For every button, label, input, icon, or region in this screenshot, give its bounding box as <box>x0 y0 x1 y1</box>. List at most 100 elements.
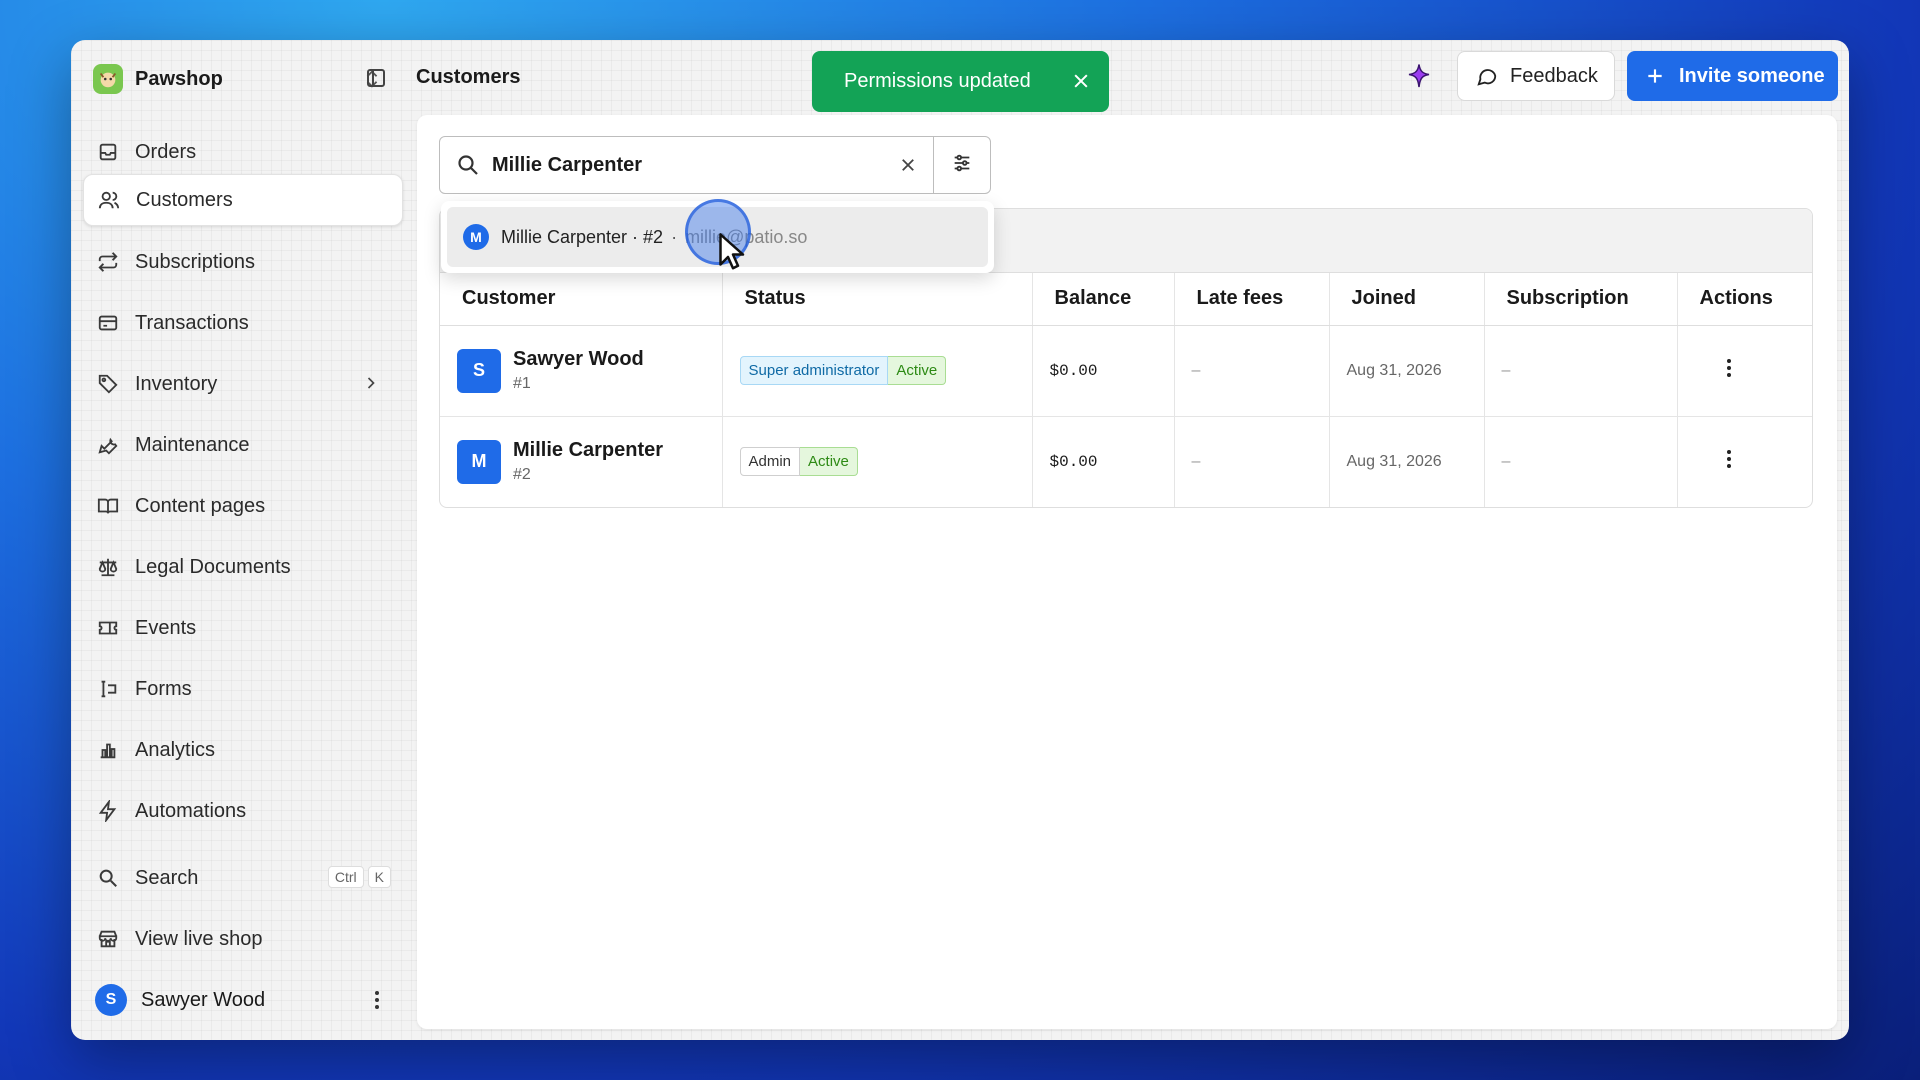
user-name: Sawyer Wood <box>141 988 266 1011</box>
status-badge: Active <box>888 356 947 385</box>
sidebar-search[interactable]: Search Ctrl K <box>83 852 403 904</box>
joined-value: Aug 31, 2026 <box>1346 452 1442 470</box>
status-badge: Active <box>800 447 858 477</box>
sliders-icon <box>951 152 973 179</box>
repeat-icon <box>97 251 119 273</box>
invite-label: Invite someone <box>1679 64 1825 87</box>
column-header-subscription[interactable]: Subscription <box>1484 273 1678 326</box>
feedback-button[interactable]: Feedback <box>1457 51 1615 101</box>
bolt-icon <box>97 800 119 822</box>
column-header-customer[interactable]: Customer <box>440 273 723 326</box>
store-icon <box>97 928 119 950</box>
sidebar-item-events[interactable]: Events <box>83 602 403 654</box>
sidebar-item-orders[interactable]: Orders <box>83 126 403 178</box>
customer-name[interactable]: Sawyer Wood <box>513 348 644 371</box>
cell-joined: Aug 31, 2026 <box>1329 416 1485 507</box>
sidebar-item-label: Inventory <box>135 372 218 395</box>
kbd-k: K <box>367 866 391 888</box>
sidebar-search-label: Search <box>135 866 199 889</box>
cell-status: Admin Active <box>722 416 1033 507</box>
sidebar-toggle-icon[interactable] <box>364 66 388 90</box>
user-menu[interactable]: S Sawyer Wood <box>95 982 395 1018</box>
search-icon <box>456 153 480 177</box>
subscription-value: – <box>1501 452 1511 470</box>
sidebar-item-maintenance[interactable]: Maintenance <box>83 419 403 471</box>
brand-logo <box>93 64 123 94</box>
sidebar-item-transactions[interactable]: Transactions <box>83 297 403 349</box>
column-header-actions: Actions <box>1677 273 1812 326</box>
more-vertical-icon[interactable] <box>365 988 389 1012</box>
workspace-switcher[interactable]: Pawshop <box>93 62 383 96</box>
customer-id: #1 <box>513 375 531 392</box>
more-vertical-icon[interactable] <box>1717 450 1741 475</box>
sidebar-item-content-pages[interactable]: Content pages <box>83 480 403 532</box>
invite-someone-button[interactable]: Invite someone <box>1627 51 1838 101</box>
brand-name: Pawshop <box>135 67 223 90</box>
search-field[interactable] <box>439 136 934 194</box>
inbox-icon <box>97 141 119 163</box>
search-input[interactable] <box>492 153 882 177</box>
book-icon <box>97 495 119 517</box>
users-icon <box>98 189 120 211</box>
table-row[interactable]: M Millie Carpenter #2 Admin Active $0.00… <box>440 416 1812 507</box>
column-header-joined[interactable]: Joined <box>1329 273 1485 326</box>
sidebar-item-label: Content pages <box>135 494 266 517</box>
cell-late-fees: – <box>1174 416 1330 507</box>
plus-icon <box>1645 66 1665 86</box>
sidebar: Pawshop Orders Customers Subscriptions T… <box>71 40 408 1040</box>
sidebar-item-automations[interactable]: Automations <box>83 785 403 837</box>
avatar: M <box>463 224 489 250</box>
sidebar-item-inventory[interactable]: Inventory <box>83 358 403 410</box>
text-cursor-icon <box>97 678 119 700</box>
clear-icon[interactable] <box>899 156 917 174</box>
tag-icon <box>97 373 119 395</box>
sidebar-item-label: Automations <box>135 799 247 822</box>
cell-balance: $0.00 <box>1032 416 1175 507</box>
message-circle-icon <box>1476 65 1498 87</box>
sidebar-item-analytics[interactable]: Analytics <box>83 724 403 776</box>
sidebar-item-label: Orders <box>135 140 197 163</box>
cell-status: Super administrator Active <box>722 325 1033 417</box>
subscription-value: – <box>1501 361 1511 379</box>
table-header-row: Customer Status Balance Late fees Joined… <box>440 273 1812 326</box>
sidebar-item-label: Legal Documents <box>135 555 291 578</box>
sparkle-icon[interactable] <box>1404 62 1434 92</box>
late-fees-value: – <box>1191 361 1201 379</box>
toast-notification: Permissions updated <box>812 51 1109 112</box>
toast-message: Permissions updated <box>844 70 1031 92</box>
avatar: S <box>95 984 127 1016</box>
search-icon <box>97 867 119 889</box>
table-row[interactable]: S Sawyer Wood #1 Super administrator Act… <box>440 325 1812 417</box>
cell-subscription: – <box>1484 325 1678 417</box>
column-header-balance[interactable]: Balance <box>1032 273 1175 326</box>
sidebar-view-live-shop[interactable]: View live shop <box>83 913 403 965</box>
more-vertical-icon[interactable] <box>1717 359 1741 384</box>
cell-customer: M Millie Carpenter #2 <box>440 416 723 507</box>
cell-customer: S Sawyer Wood #1 <box>440 325 723 417</box>
column-header-status[interactable]: Status <box>722 273 1033 326</box>
ticket-icon <box>97 617 119 639</box>
sidebar-item-forms[interactable]: Forms <box>83 663 403 715</box>
balance-value: $0.00 <box>1049 452 1098 471</box>
sidebar-item-label: Transactions <box>135 311 249 334</box>
avatar: S <box>457 348 501 393</box>
role-badge: Admin <box>739 447 801 477</box>
wrench-icon <box>97 434 119 456</box>
filter-button[interactable] <box>933 136 991 194</box>
role-badge: Super administrator <box>739 356 889 385</box>
credit-card-icon <box>97 312 119 334</box>
view-live-shop-label: View live shop <box>135 927 263 950</box>
customer-name[interactable]: Millie Carpenter <box>513 439 663 462</box>
sidebar-item-legal-documents[interactable]: Legal Documents <box>83 541 403 593</box>
scale-icon <box>97 556 119 578</box>
page-title: Customers <box>416 66 521 88</box>
sidebar-item-customers[interactable]: Customers <box>83 174 403 226</box>
cell-actions <box>1677 416 1812 507</box>
cell-balance: $0.00 <box>1032 325 1175 417</box>
cell-joined: Aug 31, 2026 <box>1329 325 1485 417</box>
avatar: M <box>457 439 501 484</box>
sidebar-item-subscriptions[interactable]: Subscriptions <box>83 236 403 288</box>
sidebar-item-label: Subscriptions <box>135 250 256 273</box>
column-header-late-fees[interactable]: Late fees <box>1174 273 1330 326</box>
close-icon[interactable] <box>1071 71 1091 91</box>
